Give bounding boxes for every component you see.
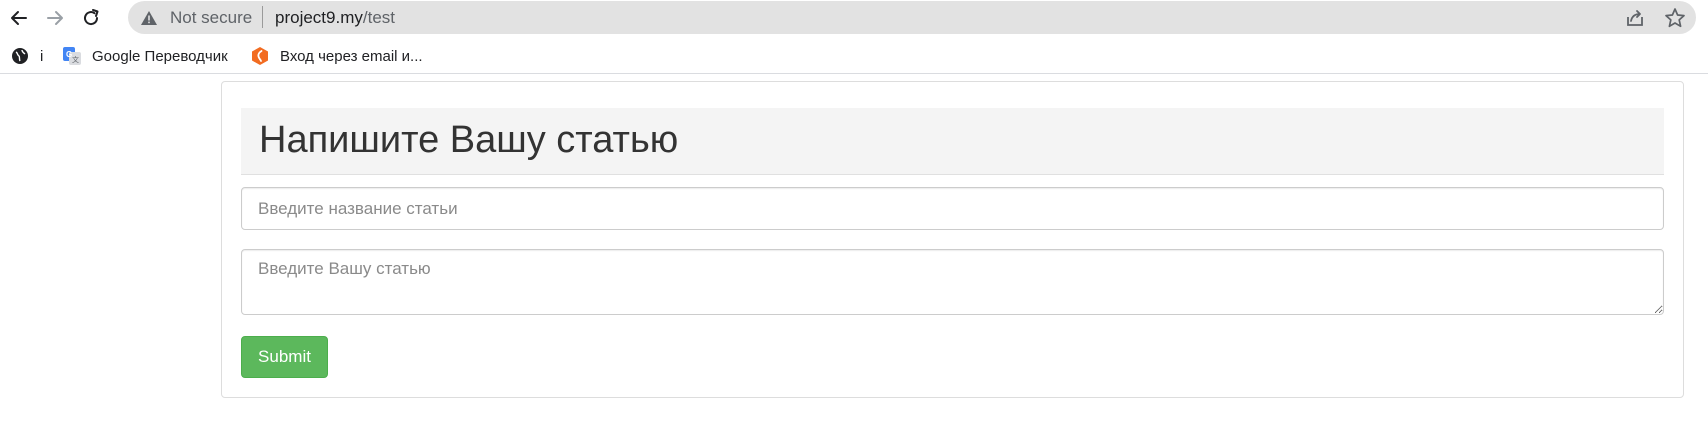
forward-arrow-icon [47,11,63,25]
bookmark-label: Google Переводчик [92,47,228,65]
google-translate-icon: G 文 [62,46,82,66]
submit-button[interactable]: Submit [241,336,328,378]
share-icon[interactable] [1623,6,1647,30]
bookmark-label: i [40,47,44,65]
article-title-input[interactable] [241,187,1664,230]
form-header: Напишите Вашу статью [241,108,1664,175]
url-host: project9.my [275,8,363,27]
security-status-label[interactable]: Not secure [170,8,252,28]
url-path: /test [362,8,395,27]
url-text[interactable]: project9.my/test [275,8,395,28]
bookmark-item-google-translate[interactable]: G 文 Google Переводчик [62,44,228,68]
bookmark-label: Вход через email и... [280,47,423,65]
globe-icon [10,46,30,66]
browser-toolbar: Not secure project9.my/test [0,0,1708,36]
reload-icon [84,9,99,26]
bookmarks-bar: i G 文 Google Переводчик Вход через email… [0,38,1708,74]
svg-text:文: 文 [72,55,79,64]
warning-icon[interactable] [140,9,158,27]
back-button[interactable] [5,4,33,32]
bookmark-item-email-login[interactable]: Вход через email и... [250,44,423,68]
bookmark-item-i[interactable]: i [10,44,43,68]
login-site-icon [250,46,270,66]
article-body-textarea[interactable] [241,249,1664,315]
reload-button[interactable] [77,4,105,32]
bookmark-star-icon[interactable] [1663,6,1687,30]
back-arrow-icon [11,11,27,25]
page-title: Напишите Вашу статью [259,119,679,161]
forward-button[interactable] [41,4,69,32]
address-divider [262,6,263,28]
address-bar[interactable]: Not secure project9.my/test [128,1,1696,34]
article-form-panel: Напишите Вашу статью Submit [221,81,1684,398]
